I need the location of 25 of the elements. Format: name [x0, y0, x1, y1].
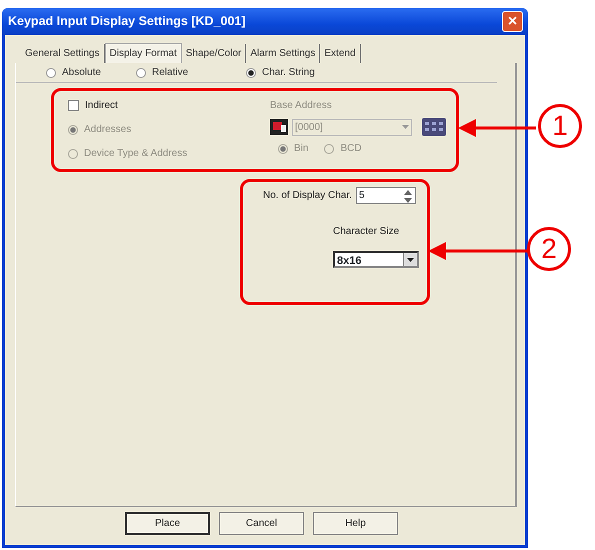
close-button[interactable]: × — [502, 11, 523, 32]
base-address-label: Base Address — [270, 99, 333, 113]
tab[interactable]: Shape/Color — [182, 44, 246, 63]
field-label: Character Size — [333, 226, 400, 237]
tab[interactable]: Alarm Settings — [246, 44, 320, 63]
device-icon — [270, 119, 288, 135]
spin-field[interactable]: 5 — [356, 187, 416, 204]
window-title: Keypad Input Display Settings [KD_001] — [8, 13, 246, 30]
checkbox[interactable]: Indirect — [68, 98, 270, 113]
tab[interactable]: Display Format — [104, 43, 182, 63]
character-size-dropdown[interactable]: 8x16 — [333, 251, 419, 268]
callout-number: 1 — [538, 104, 582, 148]
radio-option[interactable]: Char. String — [246, 65, 366, 80]
dialog-button[interactable]: Place — [125, 512, 210, 535]
dropdown-arrow-button[interactable] — [403, 253, 417, 266]
dropdown-arrow-icon — [407, 258, 414, 262]
field-label: No. of Display Char. — [263, 189, 352, 203]
spin-arrows-icon[interactable] — [404, 190, 412, 203]
radio-option[interactable]: Relative — [136, 65, 246, 80]
keypad-icon[interactable] — [422, 118, 446, 136]
radio-option[interactable]: Absolute — [46, 65, 136, 80]
dialog-button[interactable]: Cancel — [219, 512, 304, 535]
callout-number: 2 — [527, 227, 571, 271]
tab[interactable]: Extend — [320, 44, 361, 63]
dialog-button[interactable]: Help — [313, 512, 398, 535]
